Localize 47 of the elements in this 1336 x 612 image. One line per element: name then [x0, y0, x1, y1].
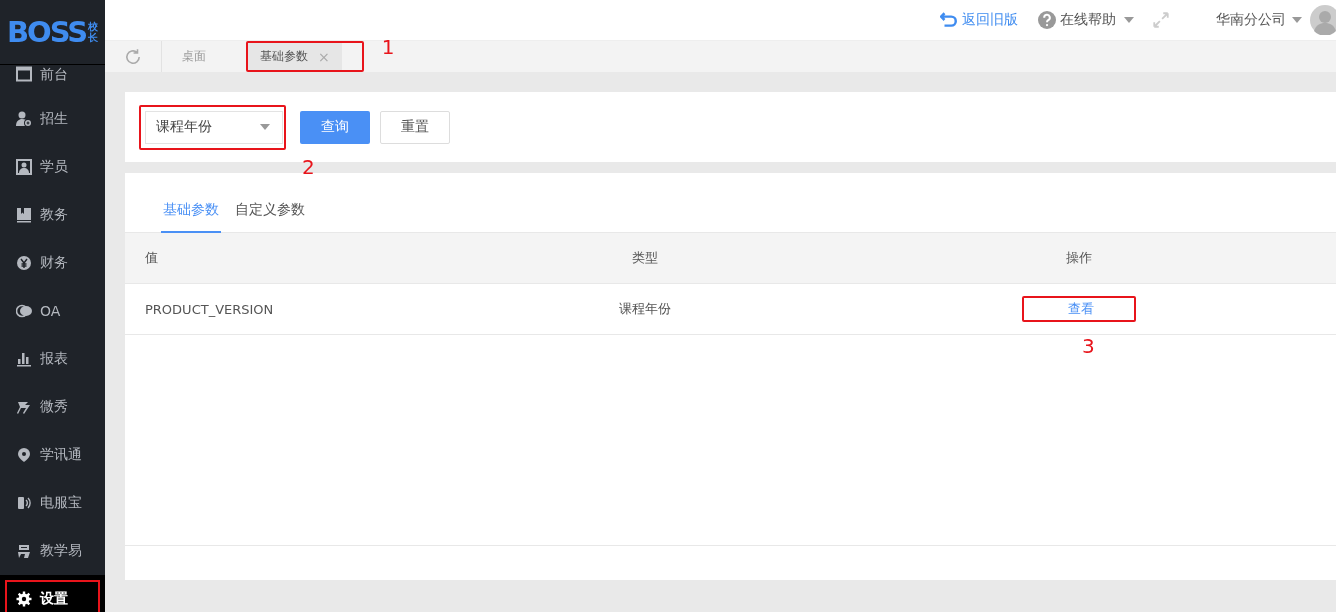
table-cell-text: PRODUCT_VERSION	[144, 301, 274, 317]
yen-icon	[16, 255, 32, 271]
phone-signal-icon	[16, 495, 32, 511]
fullscreen-icon[interactable]	[1152, 11, 1170, 29]
sidebar-item[interactable]: 学讯通	[0, 431, 105, 479]
column-header: 操作	[1066, 249, 1092, 267]
tab[interactable]: 自定义参数	[233, 201, 307, 233]
caret-icon	[1292, 17, 1302, 23]
sidebar-item[interactable]: 教务	[0, 191, 105, 239]
back-link[interactable]: 返回旧版	[940, 11, 1018, 29]
location-pin-icon	[16, 447, 32, 463]
sidebar-item[interactable]: OA	[0, 287, 105, 335]
book-icon	[16, 207, 32, 223]
calendar-icon	[16, 66, 32, 82]
caret-icon	[1124, 17, 1134, 23]
sidebar-item[interactable]: 设置	[0, 575, 105, 612]
chat-bubbles-icon	[16, 303, 32, 319]
settings-icon	[16, 591, 32, 607]
callout-number: 2	[302, 154, 315, 179]
sidebar-item[interactable]: 电服宝	[0, 479, 105, 527]
page-tab[interactable]: 基础参数 ×	[248, 43, 342, 70]
column-header: 类型	[632, 249, 658, 267]
company-menu[interactable]: 华南分公司	[1216, 11, 1286, 29]
reset-button[interactable]: 重置	[380, 110, 450, 144]
logo-subtitle: 校长	[88, 21, 99, 43]
sidebar-item[interactable]: 学员	[0, 143, 105, 191]
sidebar-item[interactable]: 招生	[0, 95, 105, 143]
bar-chart-icon	[16, 351, 32, 367]
table-cell: 课程年份	[619, 300, 671, 318]
sidebar-item[interactable]: 教学易	[0, 527, 105, 575]
refresh-icon[interactable]	[124, 47, 142, 66]
callout-number: 1	[381, 35, 395, 59]
avatar[interactable]	[1310, 5, 1336, 35]
caret-icon	[260, 124, 270, 130]
help-menu[interactable]: 在线帮助	[1038, 11, 1116, 29]
sidebar-item[interactable]: 财务	[0, 239, 105, 287]
year-select[interactable]: 课程年份	[145, 110, 283, 144]
help-icon	[1038, 11, 1056, 29]
undo-icon	[940, 11, 958, 29]
user-add-icon	[16, 111, 32, 127]
sidebar-item[interactable]: 前台	[0, 65, 105, 95]
sidebar-item[interactable]: 报表	[0, 335, 105, 383]
sidebar-item[interactable]: 微秀	[0, 383, 105, 431]
logo-text: BOSS	[6, 15, 87, 49]
contact-card-icon	[16, 159, 32, 175]
column-header: 值	[144, 249, 158, 267]
callout-number: 3	[1082, 334, 1095, 358]
